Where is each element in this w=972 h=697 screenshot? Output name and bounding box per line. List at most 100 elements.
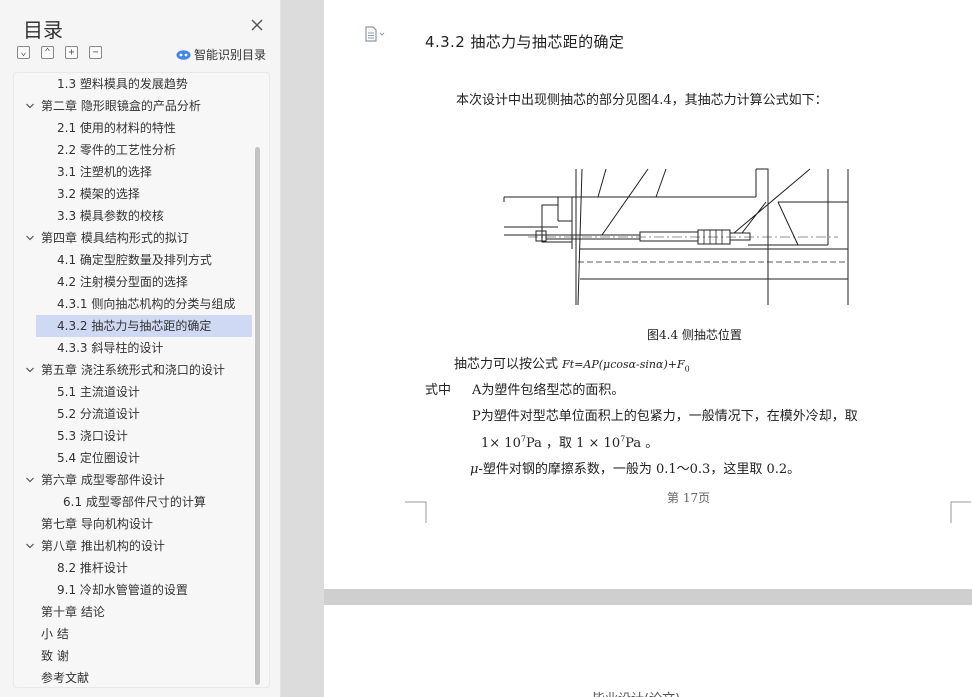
toc-chapter-item[interactable]: 小 结 [14,623,252,645]
toc-item-label: 4.1 确定型腔数量及排列方式 [57,253,212,267]
toc-item-label: 5.1 主流道设计 [57,385,140,399]
toc-chapter-item[interactable]: 第十章 结论 [14,601,252,623]
toc-chapter-item[interactable]: 第七章 导向机构设计 [14,513,252,535]
toc-item-label: 6.1 成型零部件尺寸的计算 [63,495,206,509]
formula-line: 抽芯力可以按公式 Ft=AP(μcosα-sinα)+F0 [454,353,690,374]
expand-all-icon[interactable]: ⌄ [17,46,30,59]
toc-section-item[interactable]: 3.1 注塑机的选择 [14,161,252,183]
toc-chapter-item[interactable]: 第五章 浇注系统形式和浇口的设计 [14,359,252,381]
toc-item-label: 致 谢 [41,649,69,663]
toc-item-label: 第二章 隐形眼镜盒的产品分析 [41,99,201,113]
definition-mu-text: -塑件对钢的摩擦系数，一般为 0.1～0.3，这里取 0.2。 [478,462,801,477]
definition-p-values: 1× 107Pa ，取 1 × 107Pa 。 [481,432,658,451]
smart-toc-label: 智能识别目录 [194,47,267,62]
document-page: 4.3.2 抽芯力与抽芯距的确定 本次设计中出现侧抽芯的部分见图4.4，其抽芯力… [324,0,972,589]
toc-chapter-item[interactable]: 第二章 隐形眼镜盒的产品分析 [14,95,252,117]
toc-item-label: 5.4 定位圈设计 [57,451,140,465]
formula-lead: 抽芯力可以按公式 [454,357,563,372]
toc-chapter-item[interactable]: 第八章 推出机构的设计 [14,535,252,557]
toc-title: 目录 [23,18,63,42]
chevron-down-icon[interactable] [25,541,35,551]
cloud-ai-icon [176,49,191,60]
toc-item-label: 9.1 冷却水管管道的设置 [57,583,188,597]
toc-section-item[interactable]: 2.1 使用的材料的特性 [14,117,252,139]
toc-scrollbar[interactable] [255,147,260,685]
toc-chapter-item[interactable]: 致 谢 [14,645,252,667]
next-page: 毕业设计(论文) [324,605,972,697]
toc-item-label: 4.2 注射模分型面的选择 [57,275,188,289]
toc-section-item[interactable]: 3.3 模具参数的校核 [14,205,252,227]
toc-section-item[interactable]: 5.4 定位圈设计 [14,447,252,469]
toc-item-label: 1.3 塑料模具的发展趋势 [57,77,188,91]
collapse-all-icon[interactable]: ⌃ [41,46,54,59]
toc-item-label: 小 结 [41,627,69,641]
chevron-down-icon[interactable] [25,475,35,485]
toc-item-label: 4.3.2 抽芯力与抽芯距的确定 [57,319,212,333]
chevron-down-icon[interactable] [25,101,35,111]
toc-section-item[interactable]: 4.1 确定型腔数量及排列方式 [14,249,252,271]
formula-expression: Ft=AP(μcosα-sinα)+F [562,358,685,371]
definition-a: A为塑件包络型芯的面积。 [472,383,625,398]
figure-caption: 图4.4 侧抽芯位置 [647,328,742,342]
definition-p: P为塑件对型芯单位面积上的包紧力，一般情况下，在模外冷却，取 [472,409,858,424]
toc-item-label: 第六章 成型零部件设计 [41,473,165,487]
toc-item-label: 5.2 分流道设计 [57,407,140,421]
toc-section-item[interactable]: 4.3.1 侧向抽芯机构的分类与组成 [14,293,252,315]
toc-item-label: 4.3.3 斜导柱的设计 [57,341,164,355]
smart-toc-button[interactable]: 智能识别目录 [176,46,266,62]
toc-section-item[interactable]: 4.2 注射模分型面的选择 [14,271,252,293]
app-window: 目录 ⌄ ⌃ + − 智能识别目录 1.3 塑料模具的发展趋势 第二章 隐形眼镜盒… [0,0,972,697]
toc-section-item[interactable]: 9.1 冷却水管管道的设置 [14,579,252,601]
document-menu-icon[interactable] [364,26,386,42]
toc-item-label: 参考文献 [41,671,90,685]
pressure-value-2: Pa ，取 1 × 10 [525,436,621,451]
pressure-value-1: 1× 10 [481,436,521,451]
intro-paragraph: 本次设计中出现侧抽芯的部分见图4.4，其抽芯力计算公式如下： [456,93,828,108]
toc-item-label: 第五章 浇注系统形式和浇口的设计 [41,363,225,377]
page-corner-right [950,501,971,523]
page-corner-left [405,501,427,523]
toc-section-item[interactable]: 5.2 分流道设计 [14,403,252,425]
toc-item-label: 第十章 结论 [41,605,105,619]
toc-item-label: 3.3 模具参数的校核 [57,209,164,223]
toc-item-label: 2.1 使用的材料的特性 [57,121,176,135]
toc-section-item[interactable]: 4.3.2 抽芯力与抽芯距的确定 [36,315,252,337]
toc-section-item[interactable]: 6.1 成型零部件尺寸的计算 [14,491,252,513]
page-number: 第 17页 [667,491,711,505]
toc-section-item[interactable]: 8.2 推杆设计 [14,557,252,579]
where-label: 式中 [425,383,452,398]
toc-chapter-item[interactable]: 第六章 成型零部件设计 [14,469,252,491]
toc-item-label: 第四章 模具结构形式的拟订 [41,231,189,245]
toc-item-label: 第七章 导向机构设计 [41,517,153,531]
next-page-header: 毕业设计(论文) [592,688,680,697]
toc-item-label: 5.3 浇口设计 [57,429,128,443]
toc-section-item[interactable]: 1.3 塑料模具的发展趋势 [14,73,252,95]
pressure-unit: Pa 。 [625,436,659,451]
page2-corner-left [405,605,427,629]
toc-item-label: 3.1 注塑机的选择 [57,165,152,179]
add-heading-icon[interactable]: + [65,46,78,59]
formula-subscript: 0 [684,364,690,374]
page-gap [324,589,972,605]
chevron-down-icon[interactable] [25,365,35,375]
toc-item-label: 3.2 模架的选择 [57,187,140,201]
remove-heading-icon[interactable]: − [89,46,102,59]
close-icon[interactable] [249,17,265,33]
toc-section-item[interactable]: 5.1 主流道设计 [14,381,252,403]
toc-panel: 目录 ⌄ ⌃ + − 智能识别目录 1.3 塑料模具的发展趋势 第二章 隐形眼镜盒… [0,0,281,697]
toc-chapter-item[interactable]: 参考文献 [14,667,252,687]
section-heading: 4.3.2 抽芯力与抽芯距的确定 [425,33,625,51]
toc-item-label: 2.2 零件的工艺性分析 [57,143,176,157]
toc-item-label: 8.2 推杆设计 [57,561,128,575]
toc-section-item[interactable]: 2.2 零件的工艺性分析 [14,139,252,161]
document-area: 4.3.2 抽芯力与抽芯距的确定 本次设计中出现侧抽芯的部分见图4.4，其抽芯力… [324,0,972,697]
toc-chapter-item[interactable]: 第四章 模具结构形式的拟订 [14,227,252,249]
toc-section-item[interactable]: 5.3 浇口设计 [14,425,252,447]
chevron-down-icon[interactable] [25,233,35,243]
toc-section-item[interactable]: 4.3.3 斜导柱的设计 [14,337,252,359]
definition-mu: μ-塑件对钢的摩擦系数，一般为 0.1～0.3，这里取 0.2。 [470,458,800,477]
toc-item-label: 4.3.1 侧向抽芯机构的分类与组成 [57,297,236,311]
side-core-figure [503,168,849,306]
toc-list-container: 1.3 塑料模具的发展趋势 第二章 隐形眼镜盒的产品分析 2.1 使用的材料的特性 2… [13,72,270,688]
toc-section-item[interactable]: 3.2 模架的选择 [14,183,252,205]
